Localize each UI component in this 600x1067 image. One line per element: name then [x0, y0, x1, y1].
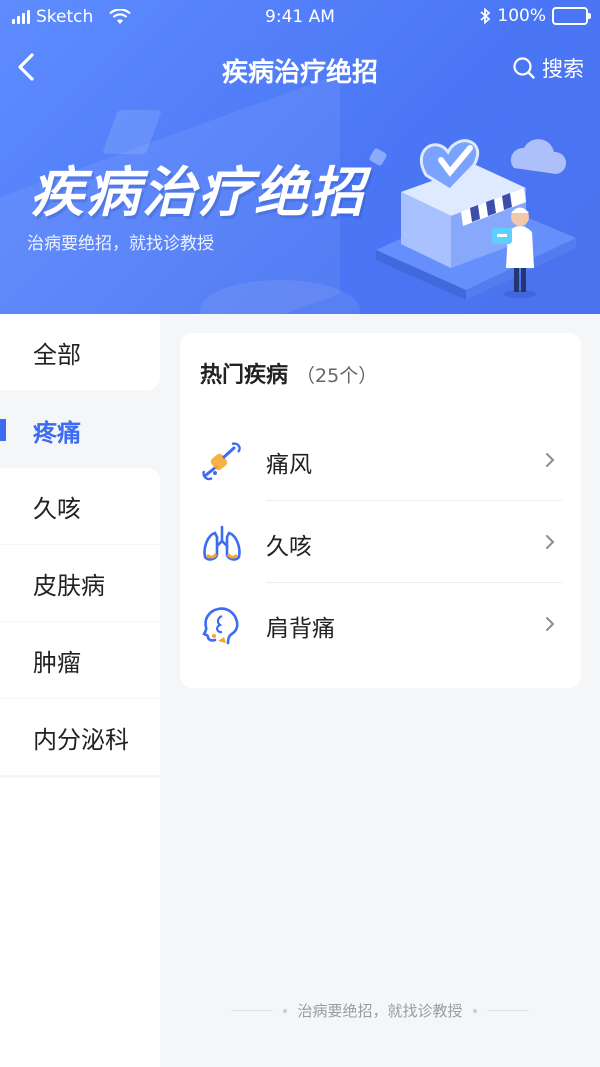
sidebar-item-pain[interactable]: 疼痛 [0, 392, 160, 468]
category-sidebar: 全部 疼痛 久咳 皮肤病 肿瘤 内分泌科 [0, 314, 160, 1067]
sidebar-item-endocrinology[interactable]: 内分泌科 [0, 699, 160, 775]
joint-icon [202, 442, 241, 481]
search-icon [513, 57, 535, 79]
sidebar-background [0, 778, 160, 1067]
search-button[interactable]: 搜索 [512, 53, 584, 83]
page-title: 疾病治疗绝招 [221, 58, 378, 88]
list-item-label: 久咳 [266, 534, 312, 560]
battery-icon [552, 7, 591, 25]
sidebar-item-chronic-cough[interactable]: 久咳 [0, 468, 160, 544]
sidebar-item-label: 疼痛 [33, 418, 81, 447]
footer-slogan: 治病要绝招，就找诊教授 [160, 1000, 600, 1021]
hero-subtitle: 治病要绝招，就找诊教授 [27, 234, 214, 254]
list-item-label: 痛风 [266, 452, 312, 478]
dot-decor [472, 1008, 477, 1013]
chevron-right-icon [546, 453, 555, 467]
sidebar-item-label: 皮肤病 [33, 571, 105, 600]
card-count: （25个） [296, 365, 378, 387]
battery-percent: 100% [497, 6, 546, 26]
list-item-chronic-cough[interactable]: 久咳 [180, 501, 581, 583]
divider [231, 1010, 274, 1011]
clinic-illustration [369, 139, 576, 300]
head-profile-icon [202, 607, 239, 645]
sidebar-item-label: 内分泌科 [33, 725, 129, 754]
sidebar-item-label: 久咳 [33, 494, 81, 523]
footer-text: 治病要绝招，就找诊教授 [297, 1002, 463, 1020]
list-item-shoulder-back-pain[interactable]: 肩背痛 [180, 583, 581, 665]
lungs-icon [203, 525, 241, 561]
bluetooth-icon [480, 7, 491, 25]
hot-diseases-card: 热门疾病 （25个） 痛风 久咳 肩背痛 [180, 333, 581, 688]
sidebar-item-label: 全部 [33, 340, 81, 369]
list-item-gout[interactable]: 痛风 [180, 419, 581, 501]
chevron-right-icon [546, 617, 555, 631]
chevron-right-icon [546, 535, 555, 549]
sidebar-item-skin-disease[interactable]: 皮肤病 [0, 545, 160, 621]
search-label: 搜索 [542, 57, 584, 81]
nav-bar: 疾病治疗绝招 搜索 [0, 34, 600, 100]
card-title: 热门疾病 [200, 363, 289, 388]
dot-decor [283, 1008, 288, 1013]
hero-title: 疾病治疗绝招 [30, 161, 366, 224]
divider [486, 1010, 529, 1011]
status-bar: Sketch 9:41 AM 100% [0, 0, 600, 34]
card-header: 热门疾病 （25个） [200, 357, 377, 389]
list-item-label: 肩背痛 [266, 616, 335, 642]
sidebar-item-tumor[interactable]: 肿瘤 [0, 622, 160, 698]
sidebar-item-all[interactable]: 全部 [0, 314, 160, 390]
sidebar-item-label: 肿瘤 [33, 648, 81, 677]
hero-banner: Sketch 9:41 AM 100% 疾病治疗绝招 搜索 疾病治疗绝招 治病要… [0, 0, 600, 314]
